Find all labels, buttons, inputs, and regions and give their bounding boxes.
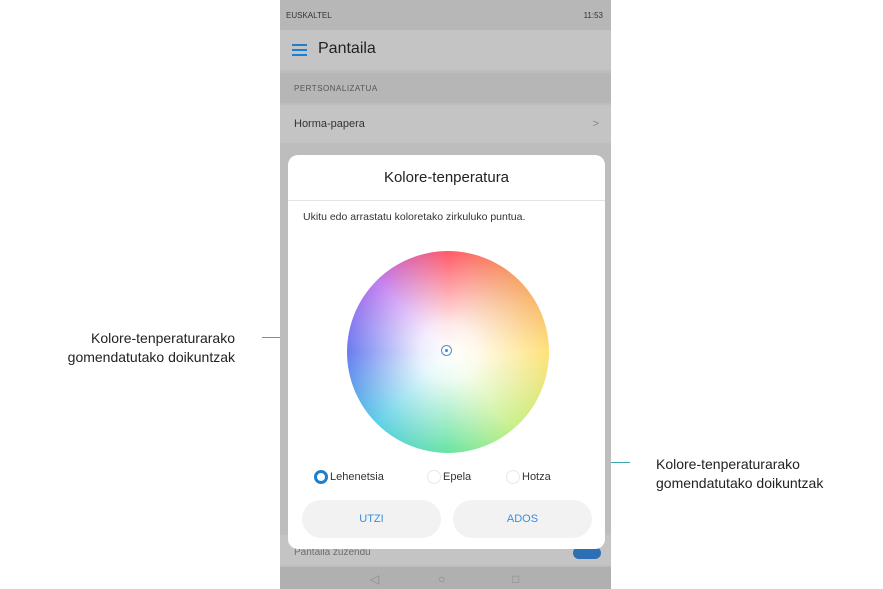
back-icon[interactable]: ◁	[370, 572, 379, 586]
radio-cold-indicator	[506, 470, 520, 484]
radio-cold[interactable]: Hotza	[506, 468, 566, 486]
callout-left-line1: Kolore-tenperaturarako	[91, 330, 235, 346]
callout-right-line2: gomendatutako doikuntzak	[656, 475, 824, 491]
page-title: Pantaila	[318, 40, 376, 57]
status-bar: EUSKALTEL 11:53	[280, 0, 611, 30]
clock-label: 11:53	[583, 11, 603, 20]
dialog-instructions: Ukitu edo arrastatu koloretako zirkuluko…	[303, 211, 526, 223]
color-wheel[interactable]	[347, 251, 549, 453]
dialog-title: Kolore-tenperatura	[383, 169, 510, 186]
radio-default[interactable]: Lehenetsia	[314, 468, 404, 486]
color-picker-point[interactable]	[441, 345, 452, 356]
callout-right-line1: Kolore-tenperaturarako	[656, 456, 800, 472]
settings-row-label: Horma-papera	[294, 118, 365, 130]
callout-right: Kolore-tenperaturarako gomendatutako doi…	[656, 455, 883, 493]
chevron-right-icon: >	[592, 118, 599, 130]
radio-default-label: Lehenetsia	[330, 471, 384, 483]
cancel-button[interactable]: UTZI	[302, 500, 441, 538]
radio-warm[interactable]: Epela	[427, 468, 497, 486]
carrier-label: EUSKALTEL	[286, 11, 332, 20]
app-bar: Pantaila	[280, 30, 611, 70]
section-header-label: PERTSONALIZATUA	[294, 84, 378, 93]
radio-default-indicator	[314, 470, 328, 484]
radio-cold-label: Hotza	[522, 471, 551, 483]
nav-bar: ◁ ○ □	[280, 567, 611, 589]
callout-left: Kolore-tenperaturarako gomendatutako doi…	[0, 329, 235, 367]
home-icon[interactable]: ○	[438, 572, 445, 586]
section-header: PERTSONALIZATUA	[280, 73, 611, 103]
menu-icon[interactable]	[292, 44, 307, 56]
settings-row-wallpaper[interactable]: Horma-papera >	[280, 105, 611, 143]
recents-icon[interactable]: □	[512, 572, 519, 586]
callout-left-line2: gomendatutako doikuntzak	[67, 349, 235, 365]
ok-button[interactable]: ADOS	[453, 500, 592, 538]
radio-warm-label: Epela	[443, 471, 472, 483]
dialog-divider	[288, 200, 605, 201]
radio-warm-indicator	[427, 470, 441, 484]
